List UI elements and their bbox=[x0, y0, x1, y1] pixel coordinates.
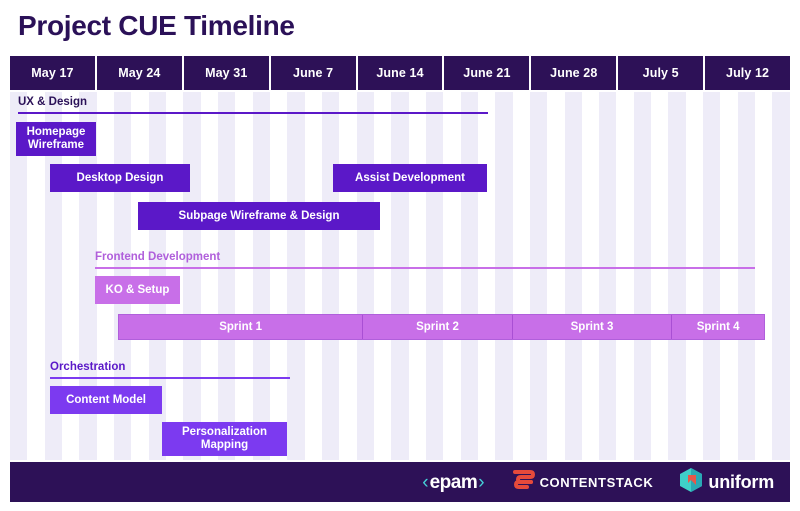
task-bar[interactable]: Subpage Wireframe & Design bbox=[138, 202, 380, 230]
epam-logo: ‹ epam › bbox=[422, 473, 484, 492]
task-bar[interactable]: KO & Setup bbox=[95, 276, 180, 304]
task-bar[interactable]: Desktop Design bbox=[50, 164, 190, 192]
task-bar[interactable]: Homepage Wireframe bbox=[16, 122, 96, 156]
week-header-cell[interactable]: May 24 bbox=[96, 56, 182, 90]
contentstack-icon bbox=[511, 469, 535, 496]
section-rule-ux-design bbox=[18, 112, 488, 114]
week-header-row: May 17 May 24 May 31 June 7 June 14 June 21 Ju… bbox=[10, 56, 791, 90]
week-header-cell[interactable]: July 5 bbox=[618, 56, 704, 90]
week-header-cell[interactable]: May 17 bbox=[10, 56, 95, 90]
section-rule-orchestration bbox=[50, 377, 290, 379]
contentstack-wordmark: CONTENTSTACK bbox=[539, 474, 654, 490]
timeline-body: UX & Design Homepage Wireframe Desktop Des… bbox=[10, 92, 790, 460]
week-header-cell[interactable]: July 12 bbox=[705, 56, 791, 90]
task-bar[interactable]: Content Model bbox=[50, 386, 162, 414]
week-header-cell[interactable]: May 31 bbox=[183, 56, 269, 90]
week-header-cell[interactable]: June 7 bbox=[270, 56, 356, 90]
uniform-logo: uniform bbox=[679, 467, 774, 498]
epam-bracket-left-icon: ‹ bbox=[422, 471, 429, 493]
timeline-rows: UX & Design Homepage Wireframe Desktop Des… bbox=[10, 92, 790, 460]
sprint-segment[interactable]: Sprint 1 bbox=[119, 315, 364, 339]
uniform-wordmark: uniform bbox=[708, 472, 774, 492]
section-label-frontend-development: Frontend Development bbox=[95, 251, 221, 263]
sprint-bar-group: Sprint 1 Sprint 2 Sprint 3 Sprint 4 bbox=[118, 314, 765, 340]
section-label-ux-design: UX & Design bbox=[18, 96, 88, 108]
page-title: Project CUE Timeline bbox=[18, 10, 295, 41]
timeline-page: Project CUE Timeline May 17 May 24 May 31 J… bbox=[0, 0, 800, 511]
epam-bracket-right-icon: › bbox=[478, 471, 485, 493]
section-rule-frontend-development bbox=[95, 267, 755, 269]
week-header-cell[interactable]: June 21 bbox=[444, 56, 530, 90]
task-bar[interactable]: Personalization Mapping bbox=[162, 422, 287, 456]
epam-wordmark: epam bbox=[429, 471, 478, 493]
section-label-orchestration: Orchestration bbox=[50, 361, 126, 373]
task-bar[interactable]: Assist Development bbox=[333, 164, 487, 192]
contentstack-logo: CONTENTSTACK bbox=[511, 469, 654, 496]
footer-logo-bar: ‹ epam › CONTENTSTACK uniform bbox=[10, 462, 790, 502]
sprint-segment[interactable]: Sprint 3 bbox=[513, 315, 673, 339]
sprint-segment[interactable]: Sprint 4 bbox=[672, 315, 764, 339]
week-header-cell[interactable]: June 28 bbox=[531, 56, 617, 90]
sprint-segment[interactable]: Sprint 2 bbox=[363, 315, 513, 339]
week-header-cell[interactable]: June 14 bbox=[357, 56, 443, 90]
uniform-cube-icon bbox=[679, 467, 703, 498]
